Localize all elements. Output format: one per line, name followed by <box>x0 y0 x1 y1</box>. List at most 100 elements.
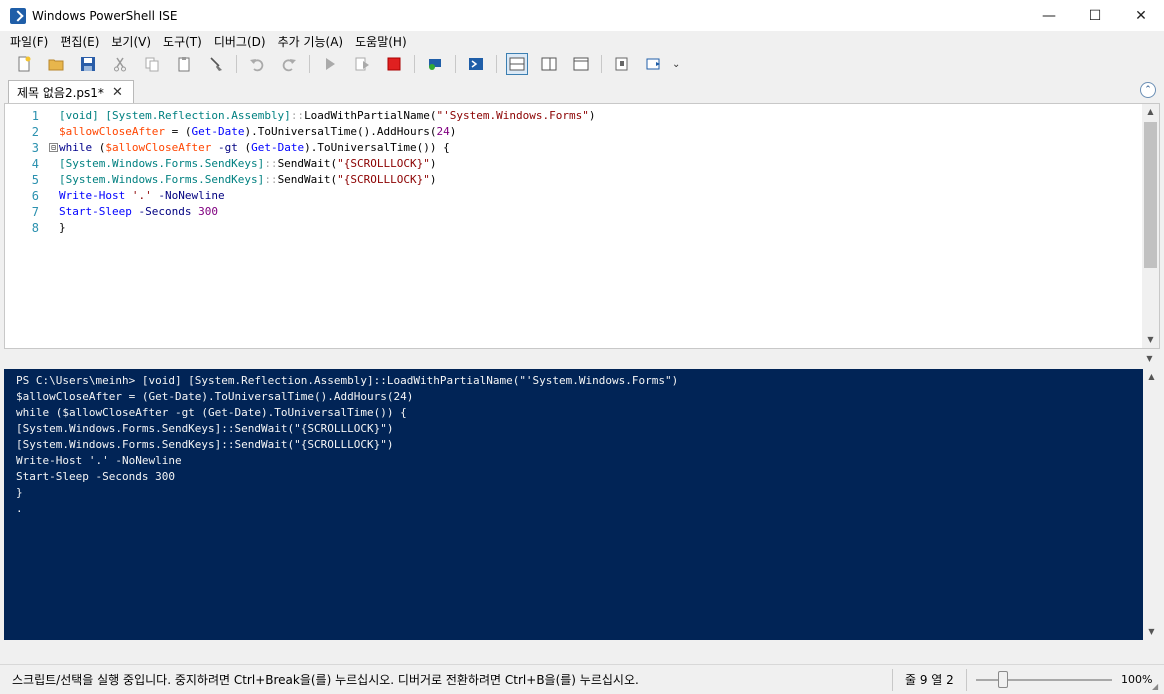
menu-edit[interactable]: 편집(E) <box>54 33 105 50</box>
powershell-ise-icon <box>10 7 26 24</box>
redo-icon <box>282 59 296 72</box>
collapse-script-pane-icon[interactable]: ⌃ <box>1140 82 1156 98</box>
menu-file[interactable]: 파일(F) <box>4 33 54 50</box>
show-command-window-button[interactable] <box>611 53 633 75</box>
console-vertical-scrollbar[interactable]: ▲ ▼ <box>1143 369 1160 640</box>
menu-tools[interactable]: 도구(T) <box>157 33 208 50</box>
editor-vertical-scrollbar[interactable]: ▲ ▼ <box>1142 104 1159 348</box>
tab-untitled2[interactable]: 제목 없음2.ps1* ✕ <box>8 80 134 103</box>
scroll-down-arrow-icon[interactable]: ▼ <box>1142 332 1159 348</box>
resize-grip-icon[interactable]: ◢ <box>1152 682 1162 692</box>
scroll-down-arrow-icon[interactable]: ▼ <box>1141 351 1158 367</box>
run-selection-icon <box>355 57 369 71</box>
tab-close-icon[interactable]: ✕ <box>112 85 123 100</box>
scrollbar-thumb[interactable] <box>1144 122 1157 268</box>
line-number-gutter: 1 2 3 ⊟ 4 5 6 7 8 <box>5 108 59 236</box>
line-number: 1 <box>31 109 39 123</box>
code-line: } <box>59 221 66 234</box>
remote-powershell-icon <box>429 59 441 70</box>
title-bar: Windows PowerShell ISE — ☐ ✕ <box>0 0 1164 31</box>
console-line: Start-Sleep -Seconds 300 <box>16 470 175 483</box>
layout-top-icon <box>509 57 525 71</box>
console-pane[interactable]: PS C:\Users\meinh> [void] [System.Reflec… <box>4 369 1160 640</box>
folder-open-icon <box>48 59 64 71</box>
line-number: 6 <box>31 189 39 203</box>
menu-debug[interactable]: 디버그(D) <box>208 33 272 50</box>
play-icon <box>326 58 335 70</box>
save-icon <box>81 57 95 71</box>
toolbar-separator <box>309 55 310 73</box>
toolbar-separator <box>455 55 456 73</box>
line-number: 4 <box>31 157 39 171</box>
zoom-level: 100% <box>1121 673 1153 686</box>
copy-button[interactable] <box>141 53 163 75</box>
cursor-position: 줄 9 열 2 <box>892 669 967 691</box>
show-command-addon-button[interactable] <box>643 53 665 75</box>
menu-bar: 파일(F) 편집(E) 보기(V) 도구(T) 디버그(D) 추가 기능(A) … <box>0 31 1164 51</box>
line-number: 3 ⊟ <box>5 140 59 156</box>
cut-button[interactable] <box>109 53 131 75</box>
scroll-up-arrow-icon[interactable]: ▲ <box>1143 369 1160 385</box>
run-script-button[interactable] <box>319 53 341 75</box>
zoom-slider-thumb[interactable] <box>998 671 1009 688</box>
new-remote-tab-button[interactable] <box>424 53 446 75</box>
code-line: [System.Windows.Forms.SendKeys]::SendWai… <box>59 173 437 186</box>
layout-maximized-icon <box>573 57 589 71</box>
console-line: while ($allowCloseAfter -gt (Get-Date).T… <box>16 406 407 419</box>
layout-max-button[interactable] <box>570 53 592 75</box>
code-line: [System.Windows.Forms.SendKeys]::SendWai… <box>59 157 437 170</box>
command-addon-icon <box>646 58 660 70</box>
stop-icon <box>387 57 401 71</box>
console-line: [System.Windows.Forms.SendKeys]::SendWai… <box>16 438 394 451</box>
script-editor[interactable]: 1 2 3 ⊟ 4 5 6 7 8 [void] [System.Reflecti… <box>4 103 1160 349</box>
copy-icon <box>145 57 159 72</box>
toolbar-overflow-icon[interactable]: ⌄ <box>672 59 680 70</box>
code-line: while ($allowCloseAfter -gt (Get-Date).T… <box>59 141 450 154</box>
redo-button[interactable] <box>278 53 300 75</box>
console-line: [System.Windows.Forms.SendKeys]::SendWai… <box>16 422 394 435</box>
save-button[interactable] <box>77 53 99 75</box>
scroll-up-arrow-icon[interactable]: ▲ <box>1142 104 1159 120</box>
command-window-icon <box>615 57 628 71</box>
menu-addons[interactable]: 추가 기능(A) <box>272 33 350 50</box>
zoom-slider-track[interactable] <box>976 679 1112 681</box>
stop-button[interactable] <box>383 53 405 75</box>
toolbar-separator <box>496 55 497 73</box>
console-output: PS C:\Users\meinh> [void] [System.Reflec… <box>16 373 678 517</box>
new-file-icon <box>18 56 31 72</box>
minimize-button[interactable]: — <box>1026 0 1072 31</box>
clear-console-button[interactable] <box>205 53 227 75</box>
run-selection-button[interactable] <box>351 53 373 75</box>
layout-right-button[interactable] <box>538 53 560 75</box>
scissors-icon <box>114 57 126 72</box>
open-button[interactable] <box>45 53 67 75</box>
clipboard-icon <box>178 57 190 72</box>
script-tab-strip: 제목 없음2.ps1* ✕ ⌃ <box>4 78 1160 103</box>
maximize-button[interactable]: ☐ <box>1072 0 1118 31</box>
console-line: $allowCloseAfter = (Get-Date).ToUniversa… <box>16 390 414 403</box>
toolbar-separator <box>601 55 602 73</box>
menu-help[interactable]: 도움말(H) <box>349 33 413 50</box>
console-line: . <box>16 502 23 515</box>
powershell-icon <box>469 58 483 70</box>
window-controls: — ☐ ✕ <box>1026 0 1164 31</box>
start-powershell-button[interactable] <box>465 53 487 75</box>
menu-view[interactable]: 보기(V) <box>105 33 157 50</box>
code-line: Start-Sleep -Seconds 300 <box>59 205 218 218</box>
console-line: } <box>16 486 23 499</box>
undo-button[interactable] <box>246 53 268 75</box>
code-area[interactable]: [void] [System.Reflection.Assembly]::Loa… <box>59 108 595 236</box>
layout-top-button[interactable] <box>506 53 528 75</box>
close-button[interactable]: ✕ <box>1118 0 1164 31</box>
new-script-button[interactable] <box>13 53 35 75</box>
tab-label: 제목 없음2.ps1* <box>17 85 104 100</box>
scroll-down-arrow-icon[interactable]: ▼ <box>1143 624 1160 640</box>
fold-collapse-icon[interactable]: ⊟ <box>49 143 58 152</box>
pane-splitter[interactable]: ▼ <box>4 349 1160 369</box>
console-line: Write-Host '.' -NoNewline <box>16 454 182 467</box>
line-number: 8 <box>31 221 39 235</box>
layout-right-icon <box>541 57 557 71</box>
paste-button[interactable] <box>173 53 195 75</box>
line-number: 2 <box>31 125 39 139</box>
line-number: 7 <box>31 205 39 219</box>
